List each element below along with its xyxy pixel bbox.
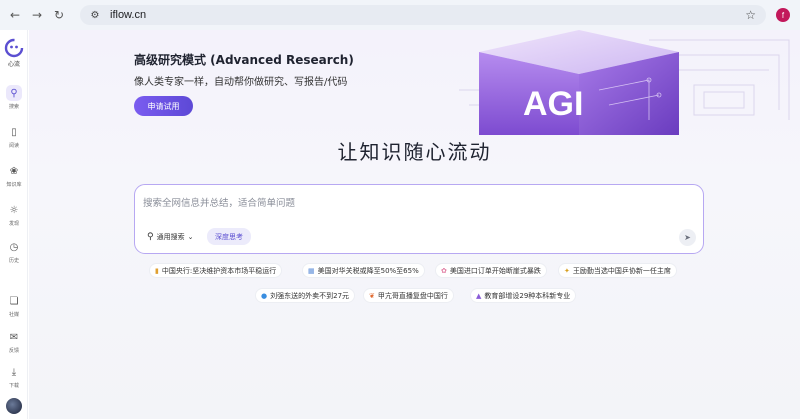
reload-icon[interactable]: ↻ <box>50 6 68 24</box>
bookmark-star-icon[interactable]: ☆ <box>745 8 756 22</box>
sidebar-item-label: 搜索 <box>8 104 19 110</box>
send-button[interactable]: ➤ <box>679 229 696 246</box>
suggestion-text: 美国对华关税或降至50%至65% <box>317 266 419 275</box>
sidebar-item-label: 知识库 <box>6 182 22 188</box>
suggestion-text: 甲亢哥直播复盘中国行 <box>377 291 448 300</box>
url-text: iflow.cn <box>110 9 147 21</box>
suggestion-chip[interactable]: ✿ 美国进口订单开始断崖式暴跌 <box>435 263 547 278</box>
search-icon: ⚲ <box>147 232 154 242</box>
clock-icon: ◷ <box>9 241 19 253</box>
deep-thinking-button[interactable]: 深度思考 <box>207 228 251 245</box>
logo-label: 心流 <box>7 61 20 68</box>
search-icon: ⚲ <box>6 85 22 101</box>
compass-icon: ☼ <box>9 204 19 216</box>
sidebar-item-label: 社媒 <box>8 312 19 318</box>
search-input[interactable] <box>143 195 643 211</box>
chart-icon: ▮ <box>155 266 159 275</box>
main-content: 高级研究模式 (Advanced Research) 像人类专家一样，自动帮你做… <box>29 30 800 419</box>
browser-toolbar: ← → ↻ ⚙ iflow.cn ☆ f <box>0 0 800 30</box>
suggestion-chip[interactable]: ▦ 美国对华关税或降至50%至65% <box>302 263 425 278</box>
apply-trial-button[interactable]: 申请试用 <box>134 96 193 116</box>
send-icon: ➤ <box>684 233 691 242</box>
suggestion-text: 美国进口订单开始断崖式暴跌 <box>449 266 541 275</box>
agi-banner-illustration: AGI <box>459 30 790 135</box>
forward-icon[interactable]: → <box>28 6 46 24</box>
back-icon[interactable]: ← <box>6 6 24 24</box>
graduation-icon: ▲ <box>476 291 482 300</box>
search-box: ⚲ 通用搜索 ⌄ 深度思考 ➤ <box>134 184 704 254</box>
suggestion-chip[interactable]: ✦ 王励勤当选中国乒协新一任主席 <box>558 263 677 278</box>
page-headline: 让知识随心流动 <box>337 140 492 164</box>
social-icon: ❏ <box>9 295 19 307</box>
suggestion-chip[interactable]: ▲ 教育部增设29种本科新专业 <box>470 288 577 303</box>
banner-title: 高级研究模式 (Advanced Research) <box>134 53 354 67</box>
sidebar-item-download[interactable]: ⤓ 下载 <box>0 364 28 398</box>
suggestion-chip[interactable]: ❦ 甲亢哥直播复盘中国行 <box>363 288 454 303</box>
banner-subtitle: 像人类专家一样，自动帮你做研究、写报告/代码 <box>134 77 348 88</box>
leaf-icon: ❦ <box>369 291 375 300</box>
sidebar-item-label: 历史 <box>8 258 19 264</box>
sidebar-item-history[interactable]: ◷ 历史 <box>0 239 28 273</box>
sidebar-item-social[interactable]: ❏ 社媒 <box>0 293 28 327</box>
suggestion-text: 刘强东送的外卖不到27元 <box>270 291 350 300</box>
avatar[interactable] <box>6 398 22 414</box>
download-icon: ⤓ <box>11 366 17 378</box>
site-settings-icon[interactable]: ⚙ <box>88 8 102 22</box>
suggestion-chip[interactable]: ▮ 中国央行:坚决维护资本市场平稳运行 <box>149 263 283 278</box>
sidebar: 心流 ⚲ 搜索 ▯ 阅读 ❀ 知识库 ☼ 发现 ◷ 历史 ❏ 社媒 ✉ 反馈 ⤓… <box>0 30 28 419</box>
document-icon: ▦ <box>308 266 315 275</box>
sidebar-item-label: 发现 <box>8 221 19 227</box>
search-mode-label: 通用搜索 <box>156 233 185 241</box>
sidebar-item-label: 反馈 <box>8 348 19 354</box>
suggestion-text: 教育部增设29种本科新专业 <box>484 291 571 300</box>
agi-text: AGI <box>523 85 583 123</box>
feedback-icon: ✉ <box>9 331 19 343</box>
sidebar-item-read[interactable]: ▯ 阅读 <box>0 124 28 158</box>
sidebar-item-knowledge[interactable]: ❀ 知识库 <box>0 163 28 197</box>
suggestion-text: 王励勤当选中国乒协新一任主席 <box>572 266 671 275</box>
sparkle-icon: ✦ <box>564 266 570 275</box>
sidebar-item-discover[interactable]: ☼ 发现 <box>0 202 28 236</box>
flower-icon: ✿ <box>441 266 447 275</box>
book-icon: ▯ <box>11 126 17 138</box>
globe-icon: ● <box>261 291 268 300</box>
suggestion-text: 中国央行:坚决维护资本市场平稳运行 <box>161 266 277 275</box>
sidebar-item-search[interactable]: ⚲ 搜索 <box>0 85 28 119</box>
knowledge-icon: ❀ <box>9 165 19 177</box>
sidebar-item-label: 下载 <box>8 383 19 389</box>
chevron-down-icon: ⌄ <box>187 233 194 241</box>
address-bar[interactable]: ⚙ iflow.cn ☆ <box>80 5 766 25</box>
iflow-logo[interactable] <box>4 38 24 58</box>
sidebar-item-feedback[interactable]: ✉ 反馈 <box>0 329 28 363</box>
search-mode-dropdown[interactable]: ⚲ 通用搜索 ⌄ <box>147 230 193 244</box>
suggestion-chip[interactable]: ● 刘强东送的外卖不到27元 <box>255 288 356 303</box>
sidebar-item-label: 阅读 <box>8 143 19 149</box>
profile-avatar[interactable]: f <box>776 8 790 22</box>
